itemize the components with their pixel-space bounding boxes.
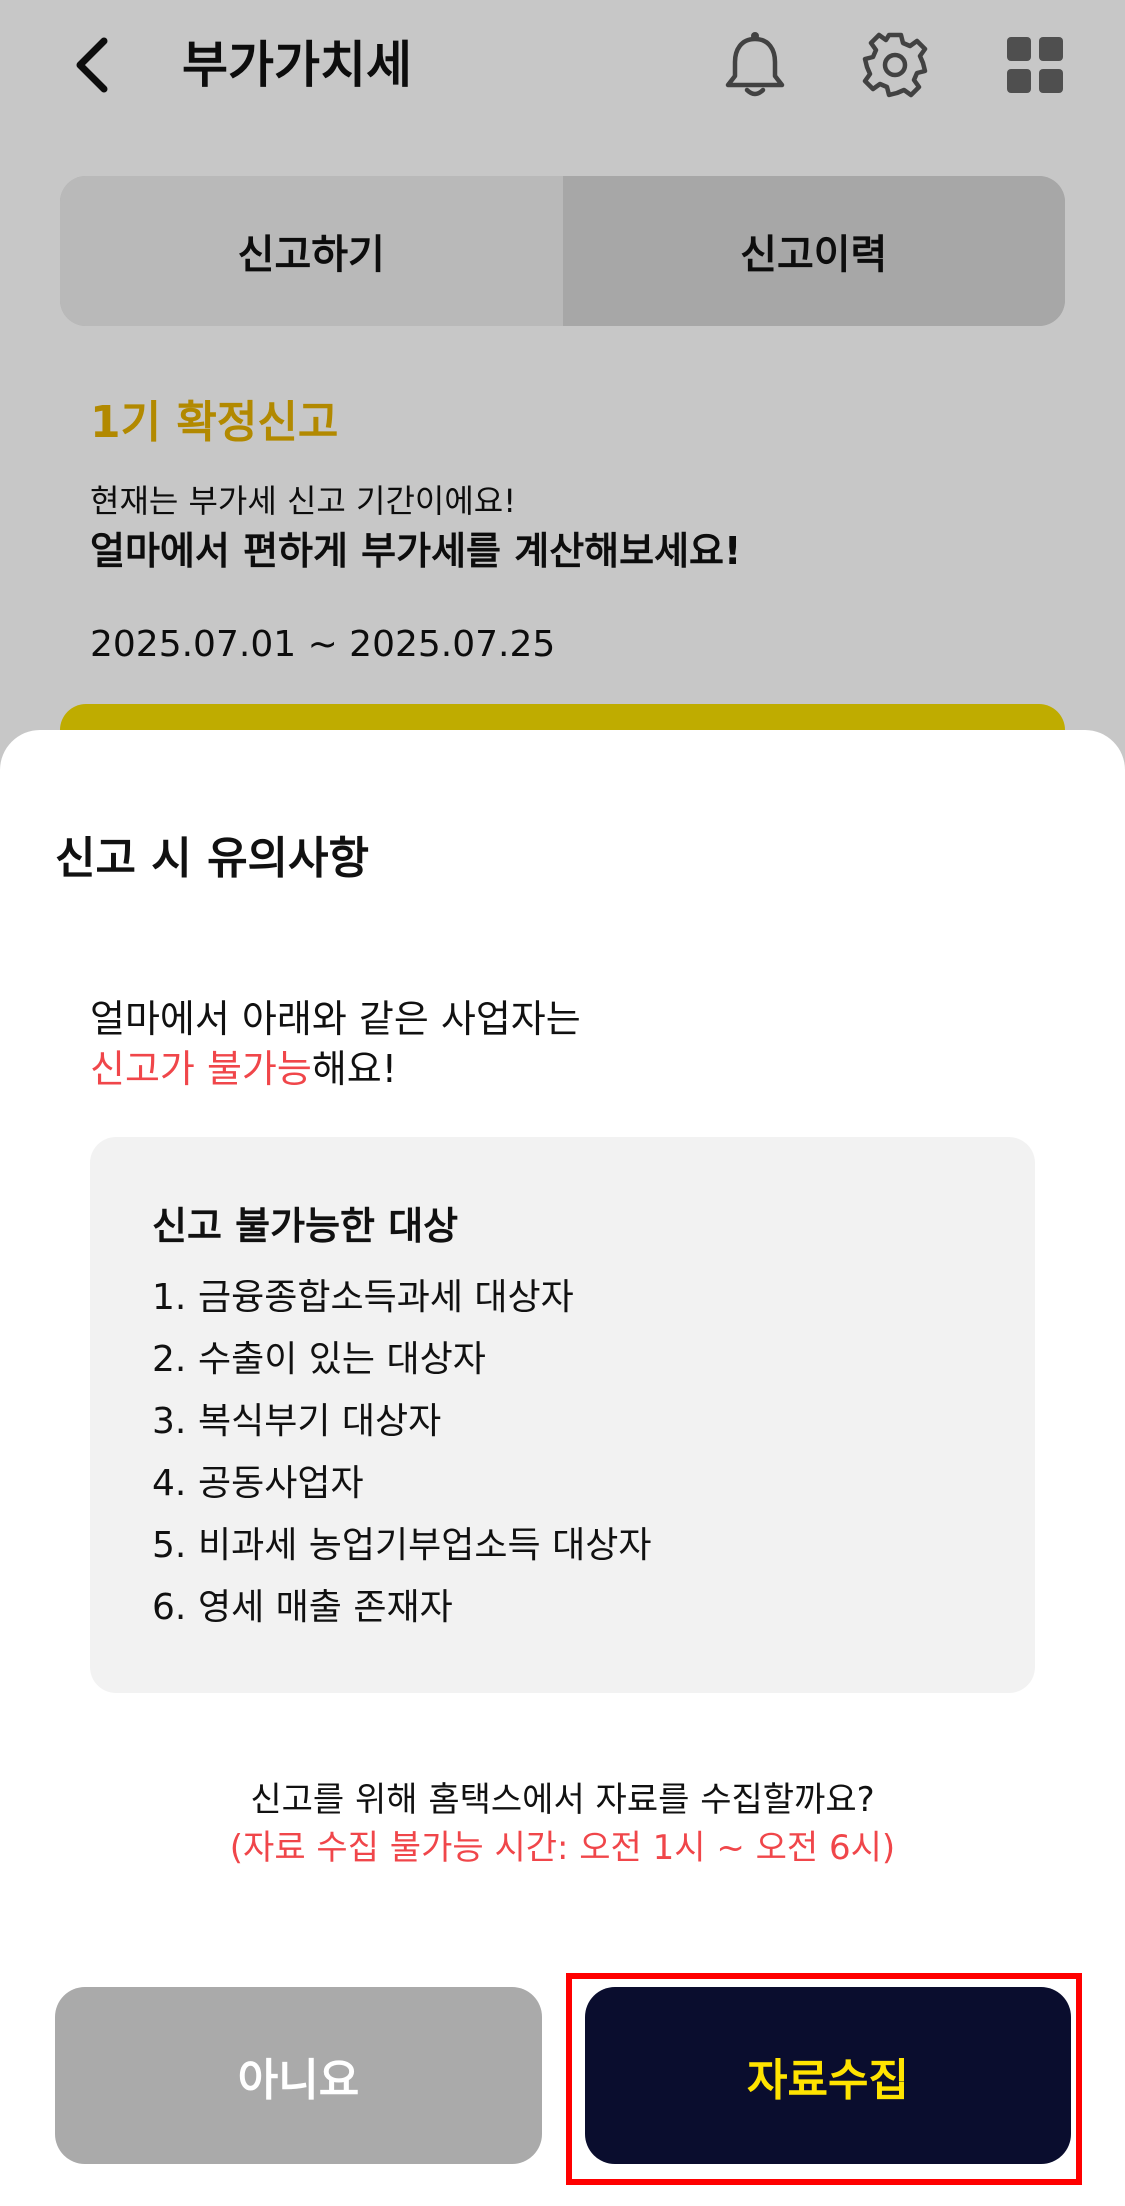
sheet-title: 신고 시 유의사항 bbox=[55, 833, 369, 884]
list-item: 3. 복식부기 대상자 bbox=[152, 1401, 442, 1442]
list-item: 4. 공동사업자 bbox=[152, 1463, 364, 1504]
collect-unavailable-note: (자료 수집 불가능 시간: 오전 1시 ~ 오전 6시) bbox=[229, 1828, 896, 1868]
notice-text-2: 신고가 불가능해요! bbox=[90, 1038, 397, 1093]
collect-question: 신고를 위해 홈택스에서 자료를 수집할까요? bbox=[250, 1780, 875, 1820]
list-item: 2. 수출이 있는 대상자 bbox=[152, 1339, 486, 1380]
list-item: 5. 비과세 농업기부업소득 대상자 bbox=[152, 1525, 652, 1566]
bottom-sheet: 신고 시 유의사항 얼마에서 아래와 같은 사업자는 신고가 불가능해요! 신고… bbox=[0, 730, 1125, 2206]
notice-text: 얼마에서 아래와 같은 사업자는 bbox=[90, 997, 581, 1041]
ineligible-box: 신고 불가능한 대상 1. 금융종합소득과세 대상자 2. 수출이 있는 대상자 3… bbox=[90, 1137, 1035, 1693]
no-button[interactable]: 아니요 bbox=[55, 1987, 542, 2164]
collect-data-button[interactable]: 자료수집 bbox=[585, 1987, 1071, 2164]
box-title: 신고 불가능한 대상 bbox=[152, 1204, 459, 1248]
notice-warning-text: 신고가 불가능 bbox=[90, 1047, 312, 1091]
list-item: 6. 영세 매출 존재자 bbox=[152, 1587, 453, 1628]
ineligible-list: 1. 금융종합소득과세 대상자 2. 수출이 있는 대상자 3. 복식부기 대상자 4… bbox=[152, 1267, 651, 1639]
notice-tail-text: 해요! bbox=[311, 1047, 397, 1091]
list-item: 1. 금융종합소득과세 대상자 bbox=[152, 1277, 574, 1318]
